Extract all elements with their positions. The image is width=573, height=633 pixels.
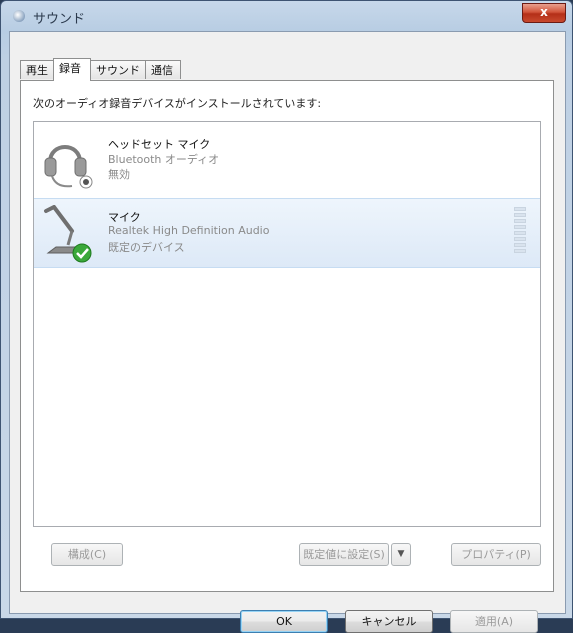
title-bar[interactable]: サウンド x — [1, 1, 572, 31]
speaker-icon — [13, 10, 25, 22]
recording-device-list[interactable]: ヘッドセット マイク Bluetooth オーディオ 無効 マイク Realte… — [33, 121, 541, 527]
device-driver: Bluetooth オーディオ — [108, 153, 220, 166]
device-list-description: 次のオーディオ録音デバイスがインストールされています: — [33, 97, 322, 110]
device-row-headset-mic[interactable]: ヘッドセット マイク Bluetooth オーディオ 無効 — [34, 126, 540, 196]
device-driver: Realtek High Definition Audio — [108, 224, 270, 237]
microphone-icon — [44, 205, 92, 263]
sound-dialog-window: サウンド x 再生 録音 サウンド 通信 次のオーディオ録音デバイスがインストー… — [0, 0, 573, 633]
tab-communications[interactable]: 通信 — [145, 60, 181, 79]
device-name: マイク — [108, 211, 141, 224]
tab-recording[interactable]: 録音 — [53, 58, 91, 81]
close-button[interactable]: x — [522, 3, 566, 23]
configure-button[interactable]: 構成(C) — [51, 543, 123, 566]
cancel-button[interactable]: キャンセル — [345, 610, 433, 633]
apply-button[interactable]: 適用(A) — [450, 610, 538, 633]
recording-tab-panel: 次のオーディオ録音デバイスがインストールされています: ヘッドセット マイク B… — [20, 80, 554, 592]
headset-icon — [44, 145, 93, 189]
properties-button[interactable]: プロパティ(P) — [451, 543, 541, 566]
tab-sounds[interactable]: サウンド — [90, 60, 146, 79]
device-status: 無効 — [108, 168, 130, 181]
dialog-client-area: 再生 録音 サウンド 通信 次のオーディオ録音デバイスがインストールされています… — [9, 31, 566, 633]
device-status: 既定のデバイス — [108, 241, 185, 254]
tab-playback[interactable]: 再生 — [20, 60, 54, 79]
device-row-microphone[interactable]: マイク Realtek High Definition Audio 既定のデバイ… — [34, 198, 540, 268]
set-default-dropdown-arrow[interactable]: ▼ — [391, 543, 411, 566]
set-default-button[interactable]: 既定値に設定(S) — [299, 543, 389, 566]
window-title: サウンド — [33, 12, 86, 27]
device-name: ヘッドセット マイク — [108, 138, 211, 151]
level-meter — [514, 207, 526, 257]
ok-button[interactable]: OK — [240, 610, 328, 633]
